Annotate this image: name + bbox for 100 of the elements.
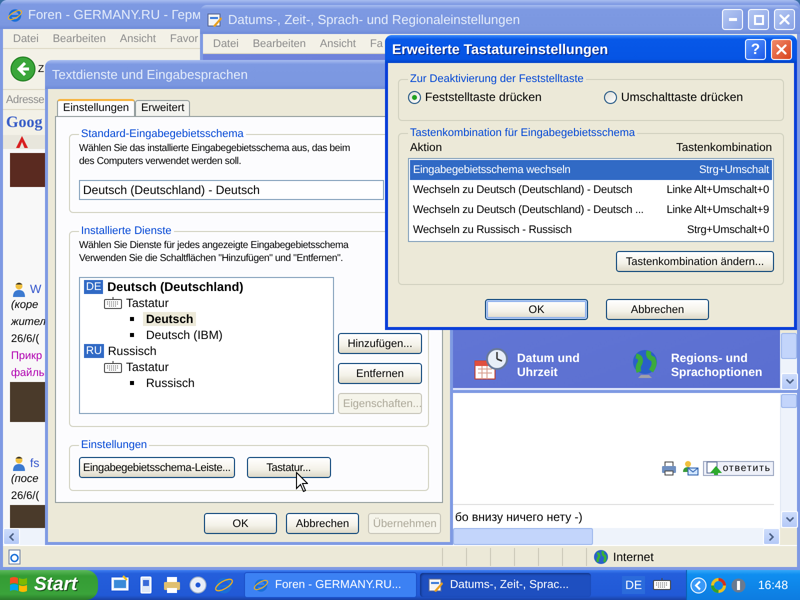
search-logo: Goog: [6, 114, 42, 132]
user-mail-icon[interactable]: [680, 460, 699, 476]
group-title: Installierte Dienste: [80, 225, 172, 237]
user-icon: [11, 454, 27, 470]
arrow-left-icon: [9, 532, 14, 540]
tree-item[interactable]: Russisch: [108, 344, 157, 358]
scroll-thumb[interactable]: [453, 528, 593, 545]
tree-item[interactable]: Deutsch: [143, 312, 196, 326]
button[interactable]: OK: [485, 299, 588, 320]
attachment-link[interactable]: Прикр: [3, 348, 45, 365]
browser-icon: [7, 6, 23, 22]
globe-icon: [593, 548, 609, 564]
printer-icon[interactable]: [660, 460, 677, 476]
tree-item[interactable]: Deutsch (Deutschland): [107, 280, 244, 294]
post-text: жител: [10, 315, 45, 330]
photo-placeholder: [10, 382, 45, 422]
button[interactable]: Entfernen: [338, 363, 422, 384]
arrow-right-icon: [769, 532, 774, 540]
action-text: Wechseln zu Deutsch (Deutschland) - Deutsch: [413, 184, 632, 196]
security-zone-text: Internet: [613, 550, 654, 564]
description-text: des Computers verwendet werden soll.: [79, 155, 242, 168]
button[interactable]: Tastatur...: [246, 457, 331, 478]
category-link[interactable]: Regions- und Sprachoptionen: [627, 347, 771, 383]
reply-button[interactable]: ответить: [702, 460, 774, 476]
radio-option[interactable]: Umschalttaste drücken: [604, 90, 744, 104]
button[interactable]: Eingabegebietsschema-Leiste...: [79, 457, 235, 478]
hotkey-text: Linke Alt+Umschalt+0: [666, 184, 769, 196]
minimize-icon: [728, 18, 736, 21]
bullet-icon: [130, 381, 134, 385]
scrollbar-corner: [780, 528, 797, 545]
radio-button[interactable]: [604, 90, 617, 104]
author-link[interactable]: W: [30, 282, 42, 296]
category-label[interactable]: Regions- und Sprachoptionen: [671, 351, 771, 379]
author-link[interactable]: fs: [30, 456, 40, 470]
scroll-down-button[interactable]: [781, 511, 798, 528]
control-panel-icon: [207, 12, 223, 28]
radio-button[interactable]: [408, 90, 421, 104]
close-icon: [776, 44, 787, 54]
list-row[interactable]: Wechseln zu Deutsch (Deutschland) - Deutsch ... Linke Alt+Umschalt+9: [410, 200, 772, 220]
hotkey-text: Linke Alt+Umschalt+9: [666, 204, 769, 216]
language-badge: RU: [84, 344, 104, 358]
browser-icon[interactable]: [214, 575, 234, 595]
tab[interactable]: Einstellungen: [57, 99, 136, 117]
browser-icon: [253, 577, 269, 593]
group-title: Zur Deaktivierung der Feststelltaste: [409, 73, 585, 85]
window-title: Datums-, Zeit-, Sprach- und Regionaleinstellungen: [228, 12, 520, 27]
action-text: Wechseln zu Deutsch (Deutschland) - Deutsch ...: [413, 204, 644, 216]
disc-icon[interactable]: [188, 575, 208, 595]
close-button[interactable]: [771, 38, 792, 60]
scroll-left-button[interactable]: [3, 528, 20, 545]
scroll-thumb[interactable]: [781, 333, 797, 359]
taskbar-button[interactable]: Foren - GERMANY.RU...: [244, 572, 417, 598]
scroll-thumb[interactable]: [781, 394, 797, 408]
mouse-pointer-icon: [296, 472, 308, 492]
arrow-down-icon: [786, 379, 794, 384]
list-row[interactable]: Eingabegebietsschema wechseln Strg+Umschalt: [410, 160, 772, 180]
post-text: 26/6/(: [10, 489, 40, 504]
maximize-icon: [754, 14, 764, 24]
window-title: Erweiterte Tastatureinstellungen: [392, 41, 608, 57]
column-header: Tastenkombination: [676, 142, 772, 154]
button[interactable]: Abbrechen: [286, 513, 359, 534]
ring-icon[interactable]: [710, 576, 727, 594]
keyboard-icon: [104, 297, 122, 309]
button[interactable]: Abbrechen: [606, 299, 709, 320]
language-indicator[interactable]: DE: [622, 576, 645, 594]
clock-text: 16:48: [758, 578, 788, 592]
language-dropdown[interactable]: Deutsch (Deutschland) - Deutsch: [79, 180, 384, 200]
description-text: Wählen Sie Dienste für jedes angezeigte Eingabegebietsschema: [79, 239, 350, 252]
radio-option[interactable]: Feststelltaste drücken: [408, 90, 604, 104]
chevron-left-icon[interactable]: [690, 576, 707, 594]
button[interactable]: Tastenkombination ändern...: [616, 251, 774, 272]
scroll-down-button[interactable]: [781, 373, 798, 390]
reply-icon: [706, 461, 722, 475]
language-badge: DE: [84, 280, 104, 294]
tree-item[interactable]: Deutsch (IBM): [143, 328, 226, 342]
taskbar-button[interactable]: Datums-, Zeit-, Sprac...: [420, 573, 591, 597]
group-title: Tastenkombination für Eingabegebietsschema: [409, 127, 636, 139]
button[interactable]: Hinzufügen...: [338, 333, 422, 354]
arrow-down-icon: [786, 517, 794, 522]
tree-item[interactable]: Tastatur: [126, 360, 169, 374]
back-icon[interactable]: [10, 56, 36, 82]
scroll-right-button[interactable]: [763, 528, 780, 545]
tree-item[interactable]: Russisch: [143, 376, 198, 390]
close-icon: [779, 14, 790, 25]
windows-flag-icon: [9, 576, 29, 594]
tree-item[interactable]: Tastatur: [126, 296, 169, 310]
group-title: Standard-Eingabegebietsschema: [80, 128, 245, 140]
message-text: бо внизу ничего нету -): [454, 510, 584, 526]
window-title: Foren - GERMANY.RU - Герм: [28, 7, 202, 22]
button[interactable]: OK: [204, 513, 277, 534]
list-row[interactable]: Wechseln zu Russisch - Russisch Strg+Umschalt+0: [410, 220, 772, 240]
category-label[interactable]: Datum und Uhrzeit: [517, 351, 587, 379]
help-button[interactable]: ?: [745, 38, 766, 60]
status-icon[interactable]: [730, 576, 747, 594]
printer-icon[interactable]: [162, 575, 182, 595]
back-label[interactable]: Z: [38, 64, 44, 74]
hotkey-text: Strg+Umschalt+0: [687, 224, 769, 236]
list-row[interactable]: Wechseln zu Deutsch (Deutschland) - Deutsch Linke Alt+Umschalt+0: [410, 180, 772, 200]
tab[interactable]: Erweitert: [135, 100, 190, 116]
category-link[interactable]: Datum und Uhrzeit: [473, 347, 587, 383]
